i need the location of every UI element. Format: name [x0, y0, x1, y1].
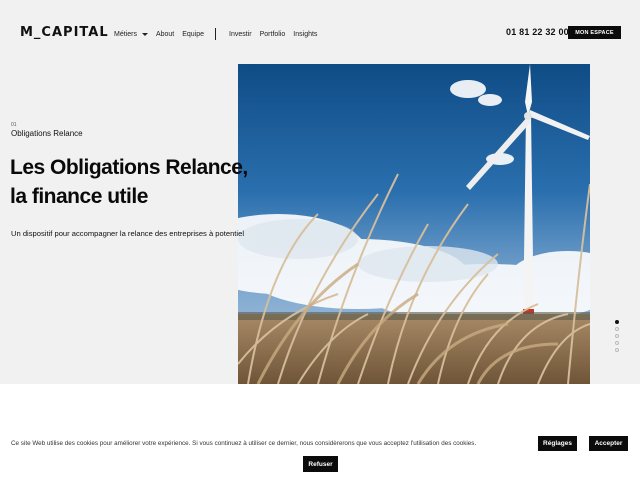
- hero-title-line-1: Les Obligations Relance,: [10, 156, 248, 179]
- hero-subtitle: Un dispositif pour accompagner la relanc…: [11, 229, 245, 238]
- phone-link[interactable]: 01 81 22 32 00: [506, 27, 569, 37]
- account-button[interactable]: MON ESPACE: [568, 26, 621, 39]
- nav-item-about[interactable]: About: [156, 31, 174, 38]
- nav-divider: [215, 28, 217, 40]
- slide-dot-5[interactable]: [615, 348, 619, 352]
- cookie-settings-button[interactable]: Réglages: [538, 436, 577, 451]
- cookie-notice-text: Ce site Web utilise des cookies pour amé…: [11, 440, 477, 447]
- chevron-down-icon: [141, 32, 148, 36]
- nav-item-investir[interactable]: Investir: [229, 31, 252, 38]
- slide-dot-3[interactable]: [615, 334, 619, 338]
- slide-index: 01: [11, 122, 17, 128]
- cookie-accept-button[interactable]: Accepter: [589, 436, 628, 451]
- slide-dot-2[interactable]: [615, 327, 619, 331]
- hero-title-line-2: la finance utile: [10, 185, 148, 208]
- site-header: M_CAPITAL Métiers About Equipe Investir …: [0, 0, 640, 64]
- nav-item-label: Métiers: [114, 30, 137, 38]
- slide-dot-1[interactable]: [615, 320, 619, 324]
- nav-item-insights[interactable]: Insights: [293, 31, 317, 38]
- hero-kicker: Obligations Relance: [11, 129, 83, 138]
- slider-pagination: [615, 320, 621, 355]
- cookie-refuse-button[interactable]: Refuser: [303, 456, 338, 472]
- slide-dot-4[interactable]: [615, 341, 619, 345]
- nav-item-equipe[interactable]: Equipe: [182, 31, 204, 38]
- hero-title: Les Obligations Relance, la finance util…: [10, 153, 248, 211]
- wind-turbine-field-photo: [238, 64, 590, 384]
- brand-logo[interactable]: M_CAPITAL: [20, 25, 109, 40]
- hero-image: [238, 64, 590, 384]
- nav-item-portfolio[interactable]: Portfolio: [260, 31, 286, 38]
- nav-item-metiers[interactable]: Métiers: [114, 31, 148, 38]
- main-nav: Métiers About Equipe Investir Portfolio …: [114, 28, 325, 40]
